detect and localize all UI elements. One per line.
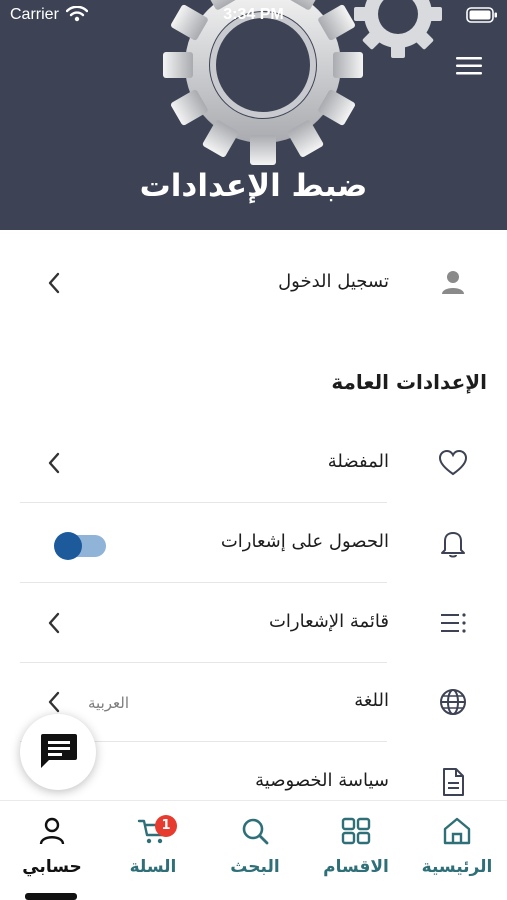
- notifications-toggle[interactable]: [54, 532, 106, 560]
- account-icon: [39, 817, 65, 845]
- page-title: ضبط الإعدادات: [139, 168, 368, 204]
- tab-label: السلة: [129, 857, 177, 877]
- globe-icon: [440, 689, 466, 715]
- bell-icon: [441, 532, 465, 558]
- settings-item-label: المفضلة: [327, 451, 389, 472]
- settings-item-label: سياسة الخصوصية: [255, 770, 389, 791]
- tab-bar: الرئيسية الاقسام البحث 1 السلة حسابي: [0, 800, 507, 900]
- settings-item-notifications-list[interactable]: قائمة الإشعارات: [20, 583, 487, 663]
- tab-home[interactable]: الرئيسية: [407, 815, 507, 885]
- tab-categories[interactable]: الاقسام: [306, 815, 406, 885]
- section-title-general: الإعدادات العامة: [331, 370, 487, 394]
- settings-item-label: قائمة الإشعارات: [268, 611, 389, 632]
- toggle-knob: [54, 532, 82, 560]
- settings-item-notifications: الحصول على إشعارات: [20, 503, 487, 583]
- settings-item-label: الحصول على إشعارات: [220, 531, 389, 552]
- home-icon: [443, 817, 471, 845]
- settings-item-language[interactable]: اللغة العربية: [20, 662, 487, 742]
- tab-search[interactable]: البحث: [205, 815, 305, 885]
- tab-label: البحث: [230, 857, 280, 877]
- tab-label: الاقسام: [323, 857, 389, 877]
- chat-bubble-icon: [41, 734, 77, 768]
- list-icon: [441, 613, 466, 633]
- battery-icon: [466, 7, 497, 23]
- settings-item-label: اللغة: [354, 690, 389, 711]
- login-row[interactable]: تسجيل الدخول: [20, 243, 487, 323]
- home-indicator: [25, 893, 77, 900]
- document-icon: [443, 768, 464, 796]
- chevron-left-icon: [48, 612, 60, 634]
- chat-button[interactable]: [20, 714, 96, 790]
- heart-icon: [438, 449, 468, 476]
- search-icon: [242, 818, 269, 845]
- language-value: العربية: [88, 694, 129, 712]
- grid-icon: [341, 817, 371, 845]
- user-icon: [442, 271, 464, 294]
- chevron-left-icon: [48, 272, 60, 294]
- status-bar: Carrier 3:34 PM: [0, 0, 507, 30]
- tab-cart[interactable]: 1 السلة: [103, 815, 203, 885]
- tab-label: حسابي: [22, 857, 82, 877]
- chevron-left-icon: [48, 691, 60, 713]
- hamburger-menu-icon[interactable]: [456, 55, 482, 77]
- header: Carrier 3:34 PM ضبط الإعدادات: [0, 0, 507, 230]
- settings-item-favorites[interactable]: المفضلة: [20, 423, 487, 503]
- login-label: تسجيل الدخول: [278, 271, 389, 292]
- cart-badge: 1: [155, 815, 177, 837]
- status-time: 3:34 PM: [223, 6, 284, 23]
- chevron-left-icon: [48, 452, 60, 474]
- tab-label: الرئيسية: [421, 857, 493, 877]
- tab-account[interactable]: حسابي: [2, 815, 102, 885]
